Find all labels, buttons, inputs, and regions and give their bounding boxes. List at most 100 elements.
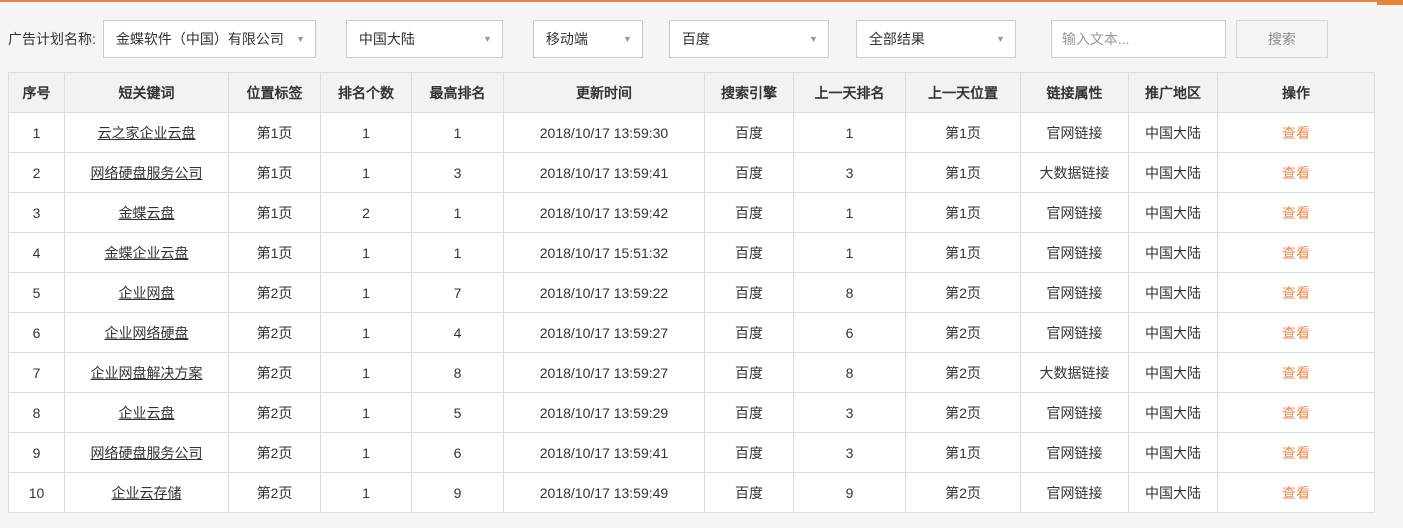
cell-position: 第1页 — [228, 192, 321, 233]
cell-engine: 百度 — [704, 272, 794, 313]
cell-region: 中国大陆 — [1128, 192, 1218, 233]
cell-updated: 2018/10/17 13:59:49 — [503, 472, 705, 513]
cell-no: 3 — [8, 192, 65, 233]
cell-action: 查看 — [1217, 112, 1375, 153]
cell-position: 第2页 — [228, 392, 321, 433]
cell-action: 查看 — [1217, 352, 1375, 393]
cell-prev_position: 第1页 — [905, 152, 1021, 193]
column-header-engine: 搜索引擎 — [704, 72, 794, 113]
cell-region: 中国大陆 — [1128, 272, 1218, 313]
cell-prev_rank: 3 — [793, 432, 906, 473]
cell-prev_position: 第1页 — [905, 112, 1021, 153]
chevron-down-icon: ▼ — [995, 34, 1005, 44]
view-link[interactable]: 查看 — [1282, 245, 1310, 261]
scrollbar-thumb[interactable] — [1377, 0, 1403, 5]
cell-no: 10 — [8, 472, 65, 513]
view-link[interactable]: 查看 — [1282, 365, 1310, 381]
cell-position: 第2页 — [228, 312, 321, 353]
cell-region: 中国大陆 — [1128, 392, 1218, 433]
view-link[interactable]: 查看 — [1282, 125, 1310, 141]
cell-rank_count: 1 — [320, 472, 412, 513]
cell-engine: 百度 — [704, 312, 794, 353]
view-link[interactable]: 查看 — [1282, 485, 1310, 501]
keyword-link[interactable]: 金蝶云盘 — [119, 205, 175, 221]
table-row: 7 企业网盘解决方案 第2页 1 8 2018/10/17 13:59:27 百度 8 第2页大… — [8, 352, 1375, 393]
cell-best_rank: 6 — [411, 432, 504, 473]
cell-rank_count: 1 — [320, 272, 412, 313]
cell-best_rank: 8 — [411, 352, 504, 393]
region-select-value: 中国大陆 — [358, 31, 415, 47]
cell-prev_position: 第2页 — [905, 272, 1021, 313]
cell-region: 中国大陆 — [1128, 232, 1218, 273]
cell-no: 8 — [8, 392, 65, 433]
cell-position: 第2页 — [228, 352, 321, 393]
cell-prev_position: 第1页 — [905, 432, 1021, 473]
keyword-link[interactable]: 网络硬盘服务公司 — [91, 165, 203, 181]
top-accent-line — [0, 0, 1403, 2]
cell-prev_position: 第1页 — [905, 232, 1021, 273]
view-link[interactable]: 查看 — [1282, 205, 1310, 221]
table-row: 8 企业云盘 第2页 1 5 2018/10/17 13:59:29 百度 3 第2页 官网链接中… — [8, 392, 1375, 433]
device-select[interactable]: 移动端 ▼ — [532, 20, 643, 58]
keyword-link[interactable]: 企业网盘解决方案 — [91, 365, 203, 381]
search-button[interactable]: 搜索 — [1235, 20, 1328, 58]
cell-keyword: 金蝶云盘 — [64, 192, 229, 233]
keyword-link[interactable]: 企业云盘 — [119, 405, 175, 421]
keyword-link[interactable]: 云之家企业云盘 — [98, 125, 196, 141]
region-select[interactable]: 中国大陆 ▼ — [345, 20, 503, 58]
chevron-down-icon: ▼ — [622, 34, 632, 44]
cell-prev_rank: 9 — [793, 472, 906, 513]
view-link[interactable]: 查看 — [1282, 165, 1310, 181]
view-link[interactable]: 查看 — [1282, 325, 1310, 341]
cell-engine: 百度 — [704, 192, 794, 233]
cell-best_rank: 3 — [411, 152, 504, 193]
cell-engine: 百度 — [704, 472, 794, 513]
cell-prev_position: 第2页 — [905, 352, 1021, 393]
keyword-ranking-table: 序号 短关键词 位置标签 排名个数 最高排名 更新时间 搜索引擎 上一天排名 上一天位置 链接属性… — [8, 72, 1375, 513]
cell-link_type: 官网链接 — [1020, 232, 1129, 273]
cell-region: 中国大陆 — [1128, 312, 1218, 353]
keyword-link[interactable]: 企业网络硬盘 — [105, 325, 189, 341]
cell-prev_rank: 1 — [793, 232, 906, 273]
cell-action: 查看 — [1217, 472, 1375, 513]
column-header-rank_count: 排名个数 — [320, 72, 412, 113]
cell-region: 中国大陆 — [1128, 352, 1218, 393]
search-input[interactable] — [1050, 20, 1226, 58]
cell-region: 中国大陆 — [1128, 432, 1218, 473]
view-link[interactable]: 查看 — [1282, 405, 1310, 421]
keyword-link[interactable]: 网络硬盘服务公司 — [91, 445, 203, 461]
view-link[interactable]: 查看 — [1282, 285, 1310, 301]
cell-link_type: 官网链接 — [1020, 112, 1129, 153]
cell-no: 9 — [8, 432, 65, 473]
cell-best_rank: 7 — [411, 272, 504, 313]
ad-plan-select[interactable]: 金蝶软件（中国）有限公司 ▼ — [102, 20, 316, 58]
cell-keyword: 金蝶企业云盘 — [64, 232, 229, 273]
cell-updated: 2018/10/17 15:51:32 — [503, 232, 705, 273]
cell-no: 7 — [8, 352, 65, 393]
engine-select[interactable]: 百度 ▼ — [668, 20, 829, 58]
cell-action: 查看 — [1217, 312, 1375, 353]
result-scope-select[interactable]: 全部结果 ▼ — [855, 20, 1016, 58]
cell-position: 第1页 — [228, 152, 321, 193]
cell-engine: 百度 — [704, 152, 794, 193]
cell-prev_rank: 1 — [793, 112, 906, 153]
ad-plan-label: 广告计划名称: — [8, 31, 96, 47]
cell-link_type: 官网链接 — [1020, 432, 1129, 473]
cell-engine: 百度 — [704, 352, 794, 393]
cell-rank_count: 1 — [320, 352, 412, 393]
table-row: 10 企业云存储 第2页 1 9 2018/10/17 13:59:49 百度 9 第2页 官网链… — [8, 472, 1375, 513]
keyword-link[interactable]: 企业云存储 — [112, 485, 182, 501]
cell-no: 4 — [8, 232, 65, 273]
keyword-link[interactable]: 金蝶企业云盘 — [105, 245, 189, 261]
keyword-link[interactable]: 企业网盘 — [119, 285, 175, 301]
cell-position: 第2页 — [228, 272, 321, 313]
cell-prev_rank: 8 — [793, 352, 906, 393]
view-link[interactable]: 查看 — [1282, 445, 1310, 461]
cell-updated: 2018/10/17 13:59:30 — [503, 112, 705, 153]
column-header-prev_position: 上一天位置 — [905, 72, 1021, 113]
cell-action: 查看 — [1217, 192, 1375, 233]
cell-action: 查看 — [1217, 272, 1375, 313]
ad-plan-select-value: 金蝶软件（中国）有限公司 — [115, 31, 284, 47]
cell-keyword: 企业云盘 — [64, 392, 229, 433]
table-row: 1 云之家企业云盘 第1页 1 1 2018/10/17 13:59:30 百度 1 第1页 官网… — [8, 112, 1375, 153]
